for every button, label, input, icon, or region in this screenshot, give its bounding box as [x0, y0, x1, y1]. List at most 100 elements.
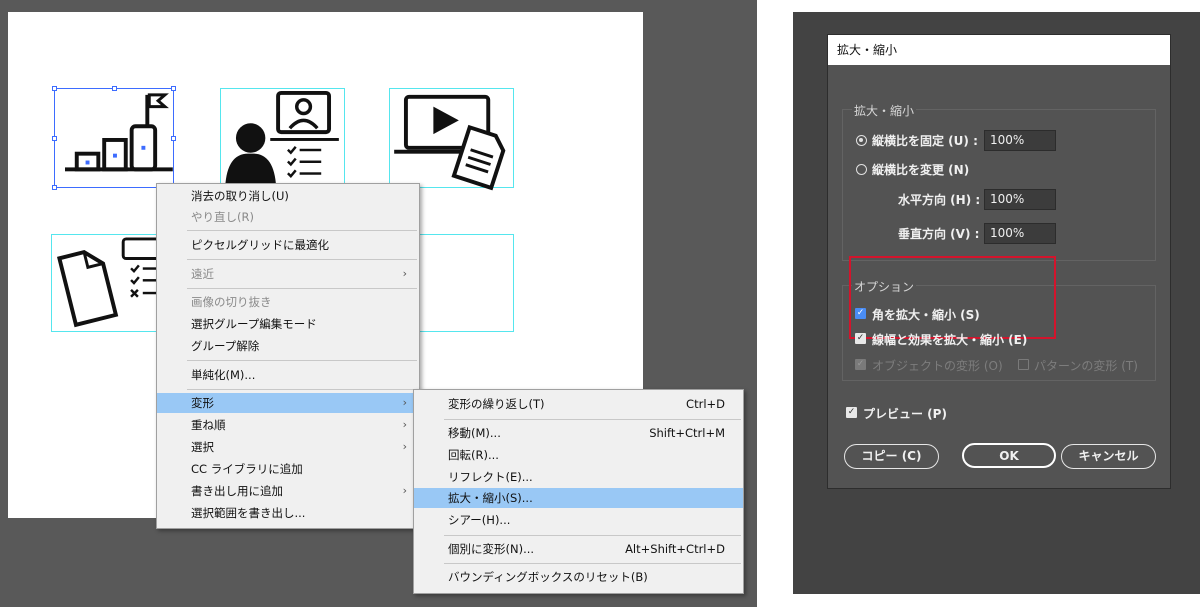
scale-strokes-checkbox[interactable]: ✓ [855, 333, 866, 344]
copy-button[interactable]: コピー (C) [844, 444, 939, 469]
menu-item-label: 移動(M)... [448, 426, 501, 440]
menu-item-label: シアー(H)... [448, 513, 511, 527]
video-document-icon [394, 94, 506, 191]
menu-separator [187, 360, 417, 361]
menu-item-label: 変形 [191, 396, 214, 410]
menu-item-transform[interactable]: 変形 › [157, 393, 419, 413]
shortcut-label: Shift+Ctrl+M [649, 426, 725, 440]
submenu-item-reflect[interactable]: リフレクト(E)... [414, 467, 743, 487]
menu-item-label: ピクセルグリッドに最適化 [191, 238, 329, 252]
selection-handle[interactable] [171, 86, 176, 91]
menu-item-label: 回転(R)... [448, 448, 499, 462]
submenu-item-rotate[interactable]: 回転(R)... [414, 445, 743, 465]
menu-item-label: 選択グループ編集モード [191, 317, 317, 331]
uniform-radio[interactable] [856, 135, 867, 146]
submenu-item-move[interactable]: 移動(M)... Shift+Ctrl+M [414, 423, 743, 443]
chevron-right-icon: › [402, 267, 407, 280]
transform-objects-label: オブジェクトの変形 (O) [872, 359, 1003, 373]
scale-group-title: 拡大・縮小 [852, 102, 917, 119]
uniform-scale-input[interactable]: 100% [984, 130, 1056, 151]
video-document-icon-frame[interactable] [389, 88, 514, 191]
submenu-item-scale[interactable]: 拡大・縮小(S)... [414, 488, 743, 508]
scale-corners-checkbox[interactable]: ✓ [855, 308, 866, 319]
illustrator-canvas-area: 消去の取り消し(U) やり直し(R) ピクセルグリッドに最適化 遠近 › 画像の切… [0, 0, 757, 607]
growth-chart-icon [65, 93, 173, 172]
submenu-item-shear[interactable]: シアー(H)... [414, 510, 743, 530]
scale-corners-label: 角を拡大・縮小 (S) [872, 308, 980, 322]
growth-chart-icon-frame[interactable] [52, 86, 176, 190]
menu-item-label: 重ね順 [191, 418, 226, 432]
menu-item-add-to-cc-library[interactable]: CC ライブラリに追加 [157, 459, 419, 479]
transform-patterns-label: パターンの変形 (T) [1034, 359, 1138, 373]
menu-separator [187, 389, 417, 390]
menu-item-export-selection[interactable]: 選択範囲を書き出し... [157, 503, 419, 523]
submenu-item-transform-each[interactable]: 個別に変形(N)... Alt+Shift+Ctrl+D [414, 539, 743, 559]
menu-item-label: リフレクト(E)... [448, 470, 533, 484]
profile-person-icon [225, 90, 339, 187]
menu-item-arrange[interactable]: 重ね順 › [157, 415, 419, 435]
menu-item-label: 拡大・縮小(S)... [448, 491, 533, 505]
menu-item-label: グループ解除 [191, 339, 260, 353]
menu-item-perspective[interactable]: 遠近 › [157, 264, 419, 284]
menu-item-label: 単純化(M)... [191, 368, 256, 382]
cancel-button[interactable]: キャンセル [1061, 444, 1156, 469]
chevron-right-icon: › [402, 440, 407, 453]
horizontal-scale-input[interactable]: 100% [984, 189, 1056, 210]
menu-item-label: 画像の切り抜き [191, 295, 272, 309]
menu-item-label: CC ライブラリに追加 [191, 462, 303, 476]
menu-item-redo[interactable]: やり直し(R) [157, 207, 419, 227]
menu-item-crop-image[interactable]: 画像の切り抜き [157, 292, 419, 312]
highlight-annotation [849, 256, 1056, 339]
profile-person-icon-frame[interactable] [220, 88, 345, 188]
menu-item-label: 遠近 [191, 267, 214, 281]
context-menu: 消去の取り消し(U) やり直し(R) ピクセルグリッドに最適化 遠近 › 画像の切… [156, 183, 420, 529]
nonuniform-radio[interactable] [856, 164, 867, 175]
menu-item-pixel-grid[interactable]: ピクセルグリッドに最適化 [157, 235, 419, 255]
menu-item-label: 選択範囲を書き出し... [191, 506, 306, 520]
options-group-title: オプション [852, 278, 917, 295]
transform-objects-checkbox[interactable]: ✓ [855, 359, 866, 370]
scale-dialog: 拡大・縮小 拡大・縮小 縦横比を固定 (U) : 100% 縦横比を変更 (N)… [827, 34, 1171, 489]
menu-item-label: バウンディングボックスのリセット(B) [448, 570, 648, 584]
menu-item-simplify[interactable]: 単純化(M)... [157, 365, 419, 385]
nonuniform-label: 縦横比を変更 (N) [872, 163, 970, 177]
menu-separator [187, 288, 417, 289]
uniform-label: 縦横比を固定 (U) : [872, 134, 978, 148]
dialog-title[interactable]: 拡大・縮小 [828, 35, 1170, 65]
selection-handle[interactable] [52, 185, 57, 190]
chevron-right-icon: › [402, 418, 407, 431]
horizontal-label: 水平方向 (H) : [898, 193, 981, 207]
menu-item-label: 書き出し用に追加 [191, 484, 283, 498]
menu-item-undo[interactable]: 消去の取り消し(U) [157, 186, 419, 206]
dialog-backdrop: 拡大・縮小 拡大・縮小 縦横比を固定 (U) : 100% 縦横比を変更 (N)… [793, 12, 1200, 594]
selection-handle[interactable] [52, 136, 57, 141]
menu-separator [444, 419, 741, 420]
menu-item-add-to-export[interactable]: 書き出し用に追加 › [157, 481, 419, 501]
selection-handle[interactable] [112, 86, 117, 91]
preview-label: プレビュー (P) [863, 407, 947, 421]
menu-separator [444, 535, 741, 536]
vertical-scale-input[interactable]: 100% [984, 223, 1056, 244]
transform-submenu: 変形の繰り返し(T) Ctrl+D 移動(M)... Shift+Ctrl+M 回転… [413, 389, 744, 594]
menu-item-select[interactable]: 選択 › [157, 437, 419, 457]
menu-item-label: 個別に変形(N)... [448, 542, 535, 556]
chevron-right-icon: › [402, 396, 407, 409]
menu-separator [187, 259, 417, 260]
chevron-right-icon: › [402, 484, 407, 497]
menu-item-label: 選択 [191, 440, 214, 454]
selection-handle[interactable] [171, 136, 176, 141]
vertical-label: 垂直方向 (V) : [898, 227, 980, 241]
scale-strokes-label: 線幅と効果を拡大・縮小 (E) [872, 333, 1028, 347]
shortcut-label: Alt+Shift+Ctrl+D [625, 542, 725, 556]
selection-handle[interactable] [52, 86, 57, 91]
preview-checkbox[interactable]: ✓ [846, 407, 857, 418]
menu-item-label: やり直し(R) [191, 210, 254, 224]
menu-item-label: 変形の繰り返し(T) [448, 397, 545, 411]
submenu-item-reset-bounding-box[interactable]: バウンディングボックスのリセット(B) [414, 567, 743, 587]
menu-item-isolate-group[interactable]: 選択グループ編集モード [157, 314, 419, 334]
ok-button[interactable]: OK [962, 443, 1056, 468]
submenu-item-transform-again[interactable]: 変形の繰り返し(T) Ctrl+D [414, 394, 743, 414]
menu-item-ungroup[interactable]: グループ解除 [157, 336, 419, 356]
transform-patterns-checkbox[interactable] [1018, 359, 1029, 370]
menu-item-label: 消去の取り消し(U) [191, 189, 289, 203]
